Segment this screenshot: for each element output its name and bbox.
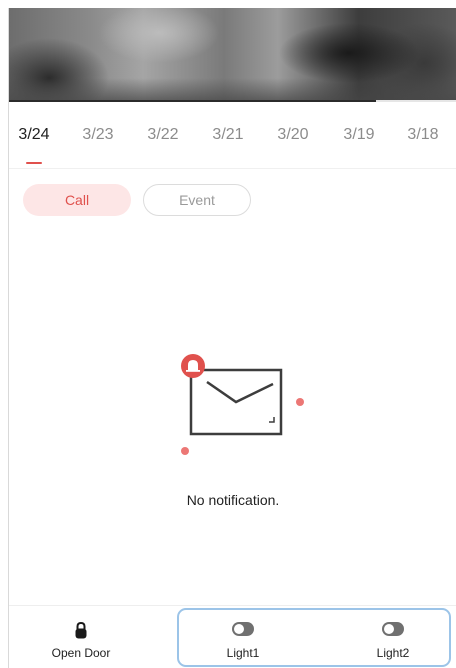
lock-icon xyxy=(75,621,87,639)
envelope-icon xyxy=(189,368,283,436)
empty-notification-illustration xyxy=(181,354,304,455)
date-tab-3-20[interactable]: 3/20 xyxy=(271,126,315,144)
open-door-label: Open Door xyxy=(51,646,111,660)
video-progress-fill xyxy=(9,100,377,102)
date-tab-3-23[interactable]: 3/23 xyxy=(76,126,120,144)
app-frame: 3/24 3/23 3/22 3/21 3/20 3/19 3/18 Call … xyxy=(8,8,456,668)
video-progress-bar xyxy=(9,100,456,102)
date-tabs-divider xyxy=(9,168,456,169)
date-tab-3-21[interactable]: 3/21 xyxy=(206,126,250,144)
empty-state-message: No notification. xyxy=(186,492,280,508)
decor-dot-left xyxy=(181,447,189,455)
lights-group-highlight xyxy=(177,608,451,667)
call-filter-button[interactable]: Call xyxy=(23,184,131,216)
event-filter-button[interactable]: Event xyxy=(143,184,251,216)
date-tab-3-19[interactable]: 3/19 xyxy=(337,126,381,144)
open-door-button[interactable]: Open Door xyxy=(31,606,131,668)
selected-date-indicator xyxy=(26,162,42,164)
bottom-control-bar: Open Door Light1 Light2 xyxy=(9,605,456,668)
decor-dot-right xyxy=(296,398,304,406)
date-tab-3-22[interactable]: 3/22 xyxy=(141,126,185,144)
date-tabs: 3/24 3/23 3/22 3/21 3/20 3/19 3/18 xyxy=(9,126,456,168)
date-tab-3-24[interactable]: 3/24 xyxy=(12,126,56,144)
bell-badge-icon xyxy=(181,354,205,378)
date-tab-3-18[interactable]: 3/18 xyxy=(401,126,445,144)
camera-video-preview[interactable] xyxy=(9,8,456,100)
